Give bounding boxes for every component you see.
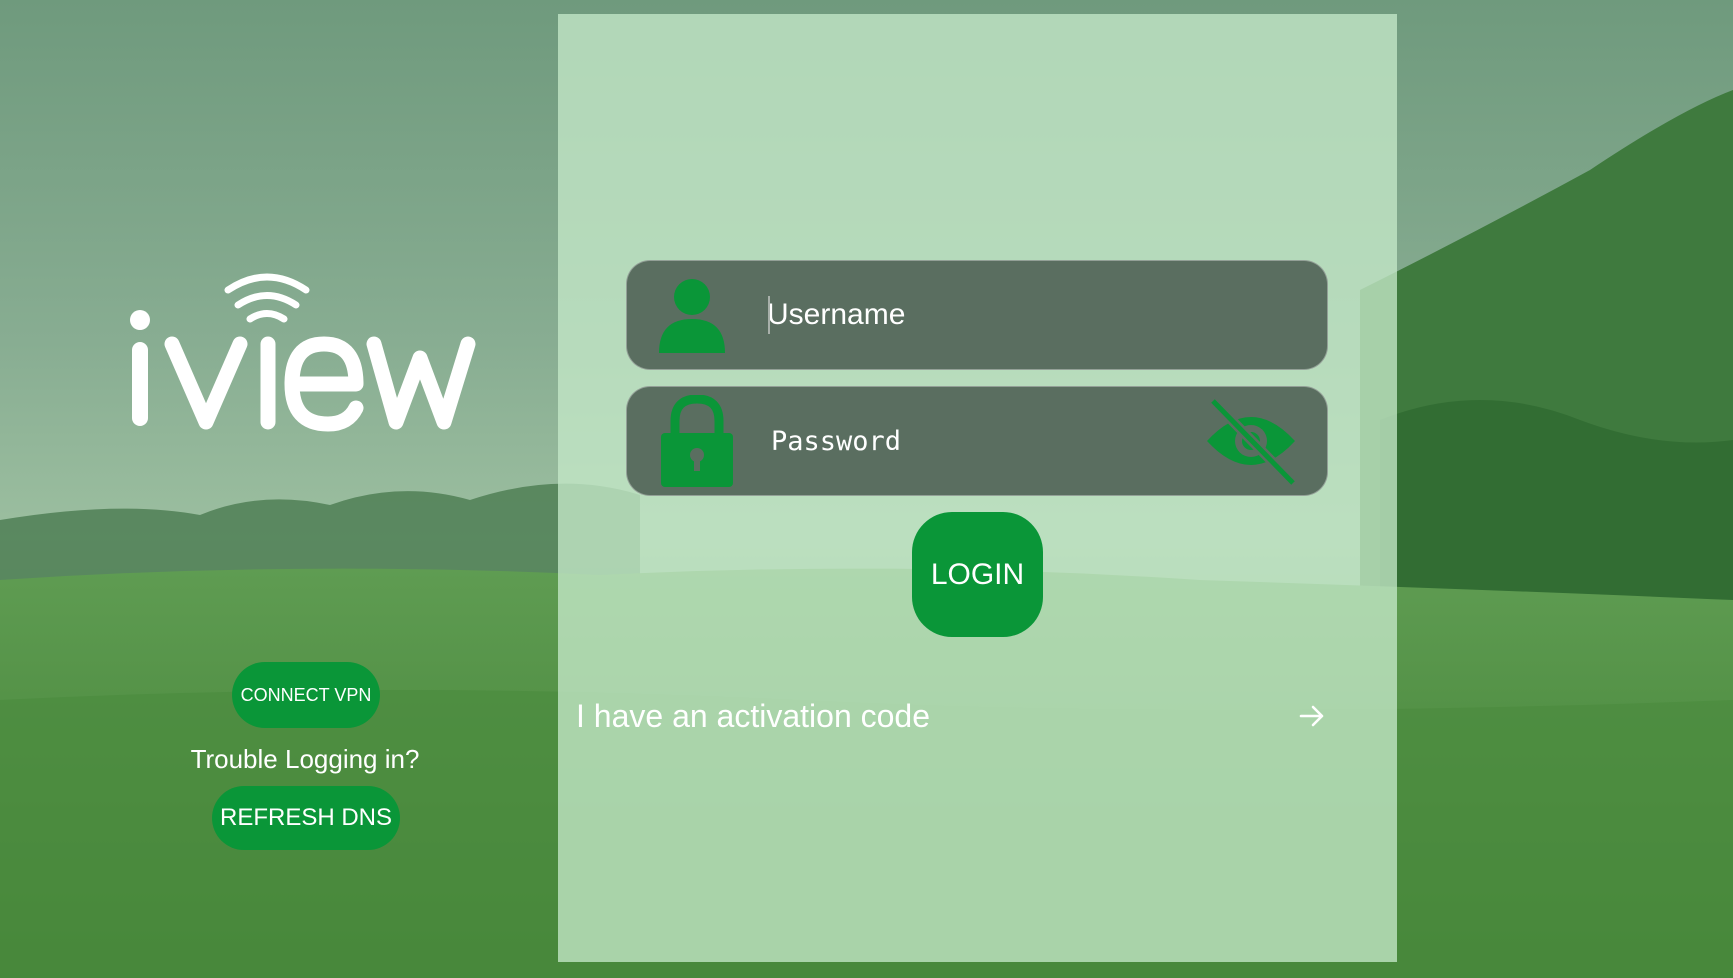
text-cursor bbox=[768, 296, 770, 334]
eye-off-icon[interactable] bbox=[1203, 395, 1299, 487]
login-button[interactable]: LOGIN bbox=[912, 512, 1043, 637]
password-input[interactable] bbox=[771, 387, 1271, 495]
refresh-dns-button[interactable]: REFRESH DNS bbox=[212, 786, 400, 850]
arrow-right-icon bbox=[1299, 705, 1324, 727]
login-screen: CONNECT VPN Trouble Logging in? REFRESH … bbox=[0, 0, 1733, 978]
person-icon bbox=[659, 279, 725, 353]
username-input[interactable] bbox=[767, 261, 1267, 369]
activation-code-label: I have an activation code bbox=[576, 697, 931, 734]
password-field[interactable] bbox=[626, 386, 1328, 496]
connect-vpn-label: CONNECT VPN bbox=[240, 684, 372, 705]
trouble-logging-text: Trouble Logging in? bbox=[190, 744, 420, 774]
username-field[interactable] bbox=[626, 260, 1328, 370]
refresh-dns-label: REFRESH DNS bbox=[219, 804, 393, 831]
lock-icon bbox=[661, 395, 733, 487]
iview-logo bbox=[130, 273, 476, 432]
activation-code-link[interactable]: I have an activation code bbox=[576, 690, 1336, 742]
login-label: LOGIN bbox=[930, 557, 1025, 591]
connect-vpn-button[interactable]: CONNECT VPN bbox=[232, 662, 380, 728]
